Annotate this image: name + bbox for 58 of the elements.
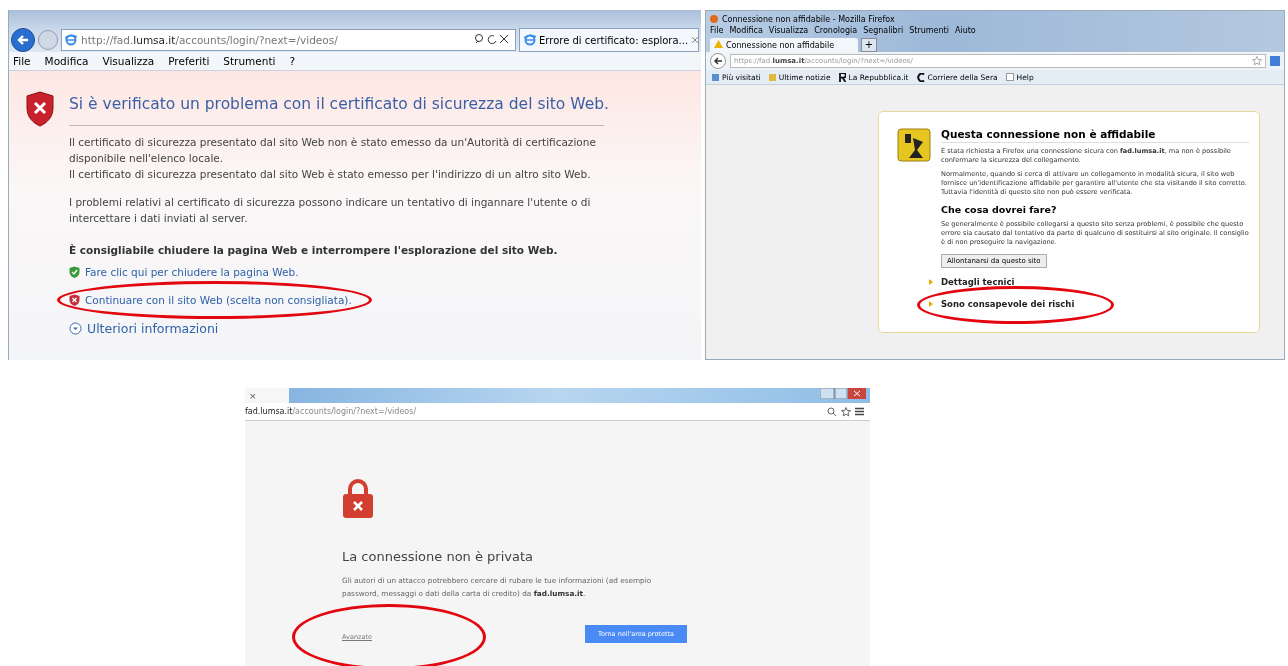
browser-tab[interactable]: Connessione non affidabile — [710, 38, 858, 52]
address-bar[interactable]: http://fad.lumsa.it/accounts/login/?next=/videos/ — [61, 29, 516, 51]
new-tab-button[interactable]: + — [861, 38, 877, 52]
url-text[interactable]: fad.lumsa.it/accounts/login/?next=/videos/ — [245, 407, 823, 416]
browser-logo-icon — [710, 15, 718, 23]
page-heading: La connessione non è privata — [342, 549, 535, 564]
window-controls-icon[interactable] — [820, 388, 866, 399]
menu-item[interactable]: Modifica — [44, 55, 89, 67]
logo-icon — [838, 72, 846, 82]
logo-icon — [916, 72, 925, 82]
menu-item[interactable]: Visualizza — [102, 55, 155, 67]
close-tab-button[interactable]: × — [249, 390, 257, 401]
link[interactable]: Continuare con il sito Web (scelta non consigliata). — [85, 294, 352, 306]
close-icon[interactable] — [691, 34, 700, 46]
menu-item[interactable]: Modifica — [729, 26, 763, 35]
paragraph: Il certificato di sicurezza presentato dal sito Web non è stato emesso da un'Autorità di certificazione disponibile nell'elenco locale. Il certificato di sicurezza presentato dal sito Web è stato emesso per l'indirizzo di un altro sito Web. — [69, 135, 597, 182]
browser-logo-icon — [65, 34, 77, 46]
tab-title: Connessione non affidabile — [726, 40, 835, 50]
expand-icon[interactable] — [69, 321, 82, 335]
star-icon[interactable] — [841, 406, 851, 417]
expander-link[interactable]: Dettagli tecnici — [941, 277, 1015, 287]
padlock-error-icon — [342, 479, 374, 519]
arrow-left-icon — [713, 56, 723, 66]
menu-item[interactable]: ? — [289, 55, 296, 67]
menu-item[interactable]: Segnalibri — [863, 26, 904, 35]
section-heading: Che cosa dovrei fare? — [941, 204, 1058, 215]
menu-item[interactable]: Visualizza — [768, 26, 809, 35]
expander-link[interactable]: Sono consapevole dei rischi — [941, 299, 1075, 309]
shield-error-icon — [69, 294, 80, 306]
menu-item[interactable]: Preferiti — [168, 55, 210, 67]
browser-logo-icon — [524, 34, 536, 46]
menu-item[interactable]: File — [710, 26, 724, 35]
more-info-link[interactable]: Ulteriori informazioni — [87, 320, 219, 336]
menu-item[interactable]: Strumenti — [909, 26, 949, 35]
forward-button[interactable] — [38, 30, 58, 50]
menu-item[interactable]: File — [13, 55, 31, 67]
star-icon[interactable] — [1252, 56, 1262, 66]
browser-tab[interactable]: Errore di certificato: esplora... — [519, 28, 699, 52]
triangle-icon[interactable] — [929, 279, 933, 285]
browser-tab[interactable]: × — [245, 388, 289, 403]
triangle-icon[interactable] — [929, 301, 933, 307]
paragraph: I problemi relativi al certificato di sicurezza possono indicare un tentativo di ingannare l'utente o di intercettare i dati inviati al server. — [69, 195, 592, 226]
recommendation-text: È consigliabile chiudere la pagina Web e interrompere l'esplorazione del sito Web. — [69, 244, 559, 256]
menu-item[interactable]: Cronologia — [814, 26, 858, 35]
menu-item[interactable]: Strumenti — [223, 55, 276, 67]
page-heading: Si è verificato un problema con il certificato di sicurezza del sito Web. — [69, 95, 610, 113]
link[interactable]: Fare clic qui per chiudere la pagina Web. — [85, 266, 299, 278]
warning-icon — [714, 40, 723, 50]
back-button[interactable] — [710, 53, 726, 69]
page-heading: Questa connessione non è affidabile — [941, 128, 1249, 143]
menu-item[interactable]: Aiuto — [954, 26, 976, 35]
back-button[interactable] — [11, 28, 35, 52]
shield-check-icon — [69, 266, 80, 278]
tab-title: Errore di certificato: esplora... — [539, 34, 689, 46]
window-title: Connessione non affidabile - Mozilla Firefox — [722, 14, 895, 24]
url-text: http://fad.lumsa.it/accounts/login/?next=/videos/ — [81, 34, 339, 46]
search-icon[interactable] — [827, 406, 837, 417]
menu-icon[interactable] — [855, 407, 864, 416]
